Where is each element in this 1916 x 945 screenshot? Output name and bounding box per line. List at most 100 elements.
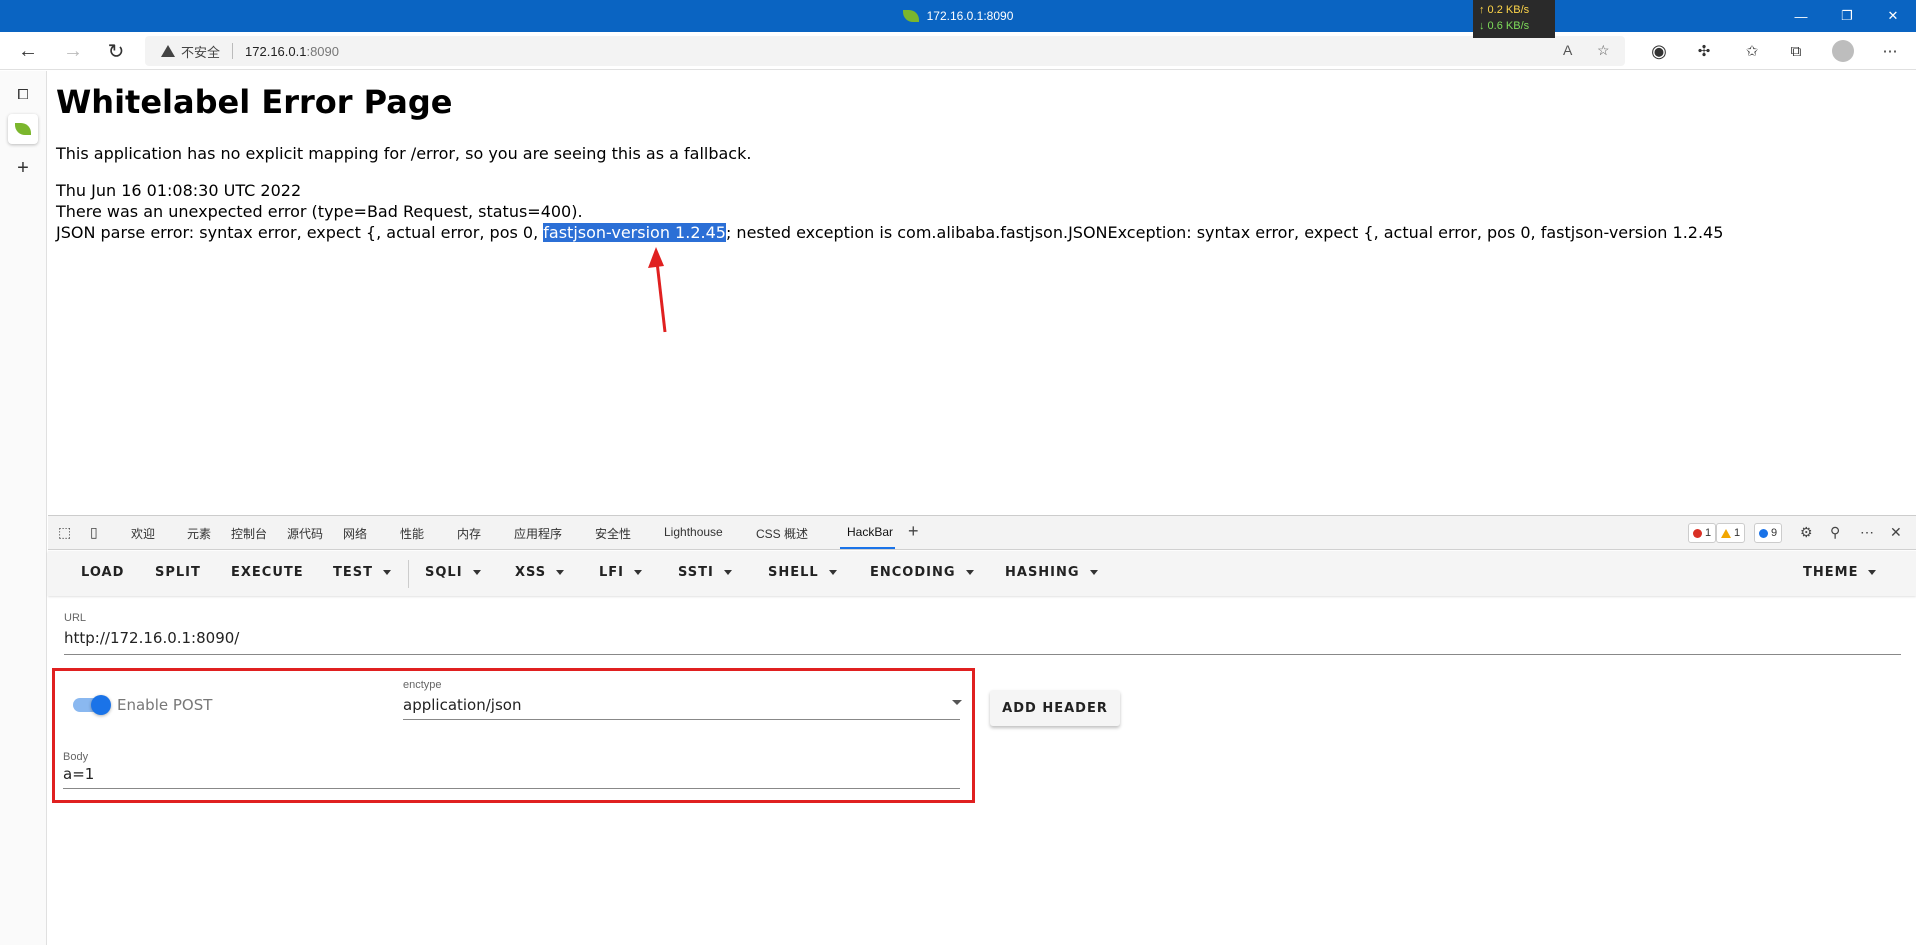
sqli-label: SQLI [425, 565, 463, 580]
reload-button[interactable]: ↻ [100, 36, 132, 66]
split-button[interactable]: SPLIT [155, 565, 201, 580]
vertical-tab-sidebar: ⧠ + [0, 71, 47, 945]
devtools-settings-icon[interactable]: ⚙ [1800, 524, 1813, 541]
ssti-label: SSTI [678, 565, 714, 580]
chevron-down-icon[interactable] [952, 700, 962, 705]
extension-circle-icon[interactable]: ◉ [1649, 41, 1669, 61]
minimize-icon: — [1794, 8, 1808, 24]
read-aloud-icon[interactable]: A [1563, 42, 1572, 58]
insecure-label[interactable]: 不安全 [181, 42, 220, 61]
network-speed-widget: ↑ 0.2 KB/s ↓ 0.6 KB/s [1473, 0, 1555, 38]
add-header-button[interactable]: ADD HEADER [990, 690, 1120, 726]
body-field-underline [63, 788, 960, 789]
warning-icon [161, 45, 175, 57]
restore-button[interactable]: ❐ [1824, 0, 1870, 32]
url-omnibox[interactable]: 不安全 172.16.0.1:8090 A ☆ [145, 36, 1625, 66]
extensions-icon[interactable]: ✣ [1694, 41, 1714, 61]
devtools-tab-security[interactable]: 安全性 [595, 525, 631, 542]
chevron-down-icon [382, 570, 391, 575]
new-tab-button[interactable]: + [8, 153, 38, 183]
chevron-down-icon [472, 570, 481, 575]
sidebar-tab-active[interactable] [8, 114, 38, 144]
window-title-text: 172.16.0.1:8090 [926, 9, 1014, 23]
encoding-menu-button[interactable]: ENCODING [870, 565, 974, 580]
plus-icon: + [17, 156, 29, 179]
back-arrow-icon: ← [18, 39, 38, 62]
inspect-element-icon[interactable]: ⬚ [58, 524, 71, 541]
title-bar: 172.16.0.1:8090 — ❐ ✕ [0, 0, 1916, 32]
sqli-menu-button[interactable]: SQLI [425, 565, 481, 580]
enctype-label: enctype [403, 679, 442, 691]
add-tab-icon[interactable]: + [908, 521, 919, 542]
active-tab-indicator [840, 547, 895, 549]
lfi-menu-button[interactable]: LFI [599, 565, 643, 580]
devtools-more-icon[interactable]: ⋯ [1860, 524, 1874, 541]
back-button[interactable]: ← [12, 36, 44, 66]
json-error-prefix: JSON parse error: syntax error, expect {… [56, 223, 544, 242]
devtools-tab-console[interactable]: 控制台 [231, 525, 267, 542]
add-favorite-icon[interactable]: ☆ [1597, 42, 1610, 59]
error-type-line: There was an unexpected error (type=Bad … [56, 202, 583, 221]
devtools-tab-hackbar[interactable]: HackBar [847, 525, 893, 539]
toggle-knob[interactable] [91, 695, 111, 715]
hashing-menu-button[interactable]: HASHING [1005, 565, 1098, 580]
test-menu-button[interactable]: TEST [333, 565, 391, 580]
load-button[interactable]: LOAD [81, 565, 124, 580]
warnings-badge[interactable]: 1 [1716, 523, 1746, 543]
collections-icon[interactable]: ⧉ [1786, 41, 1806, 61]
lfi-label: LFI [599, 565, 625, 580]
download-speed: ↓ 0.6 KB/s [1479, 20, 1530, 32]
chevron-down-icon [556, 570, 565, 575]
profile-avatar[interactable] [1832, 40, 1854, 62]
info-icon [1759, 528, 1768, 538]
shell-menu-button[interactable]: SHELL [768, 565, 837, 580]
xss-label: XSS [515, 565, 547, 580]
devtools-tab-css-overview[interactable]: CSS 概述 [756, 525, 808, 542]
settings-more-icon[interactable]: ⋯ [1880, 41, 1900, 61]
url-host: 172.16.0.1 [245, 43, 307, 59]
chevron-down-icon [828, 570, 837, 575]
body-field[interactable]: a=1 [63, 765, 94, 783]
body-field-label: Body [63, 751, 89, 763]
tab-actions-icon[interactable]: ⧠ [8, 79, 38, 109]
hashing-label: HASHING [1005, 565, 1080, 580]
close-window-button[interactable]: ✕ [1870, 0, 1916, 32]
post-settings-box: Enable POST enctype application/json Bod… [52, 668, 975, 803]
toolbar-divider [408, 560, 409, 588]
chevron-down-icon [634, 570, 643, 575]
minimize-button[interactable]: — [1778, 0, 1824, 32]
url-field[interactable]: http://172.16.0.1:8090/ [64, 629, 239, 647]
json-error-suffix: ; nested exception is com.alibaba.fastjs… [725, 223, 1724, 242]
theme-menu-button[interactable]: THEME [1803, 565, 1877, 580]
devtools-tab-memory[interactable]: 内存 [457, 525, 481, 542]
forward-button[interactable]: → [57, 36, 89, 66]
favorites-icon[interactable]: ✩ [1742, 41, 1762, 61]
ssti-menu-button[interactable]: SSTI [678, 565, 732, 580]
devtools-close-icon[interactable]: ✕ [1890, 524, 1902, 541]
warnings-count: 1 [1734, 527, 1741, 539]
devtools-customize-icon[interactable]: ⚲ [1830, 524, 1840, 541]
devtools-tab-elements[interactable]: 元素 [187, 525, 211, 542]
enctype-select[interactable]: application/json [403, 696, 521, 714]
errors-badge[interactable]: 1 [1688, 523, 1717, 543]
devtools-tab-application[interactable]: 应用程序 [514, 525, 562, 542]
devtools-tab-sources[interactable]: 源代码 [287, 525, 323, 542]
info-count: 9 [1771, 527, 1778, 539]
devtools-panel: ⬚ ▯ 欢迎 元素 控制台 源代码 网络 性能 内存 应用程序 安全性 Ligh… [48, 515, 1916, 945]
warning-icon [1721, 528, 1731, 538]
execute-button[interactable]: EXECUTE [231, 565, 304, 580]
devtools-tab-performance[interactable]: 性能 [400, 525, 424, 542]
close-icon: ✕ [1887, 8, 1899, 23]
xss-menu-button[interactable]: XSS [515, 565, 565, 580]
devtools-tab-bar: ⬚ ▯ 欢迎 元素 控制台 源代码 网络 性能 内存 应用程序 安全性 Ligh… [48, 516, 1916, 550]
error-page: Whitelabel Error Page This application h… [56, 80, 1906, 242]
devtools-tab-network[interactable]: 网络 [343, 525, 367, 542]
devtools-tab-lighthouse[interactable]: Lighthouse [664, 525, 723, 539]
encoding-label: ENCODING [870, 565, 956, 580]
info-badge[interactable]: 9 [1754, 523, 1783, 543]
devtools-tab-welcome[interactable]: 欢迎 [131, 525, 155, 542]
device-toolbar-icon[interactable]: ▯ [90, 524, 98, 541]
errors-count: 1 [1705, 527, 1712, 539]
upload-speed: ↑ 0.2 KB/s [1479, 4, 1530, 16]
error-details: Thu Jun 16 01:08:30 UTC 2022 There was a… [56, 180, 1723, 243]
